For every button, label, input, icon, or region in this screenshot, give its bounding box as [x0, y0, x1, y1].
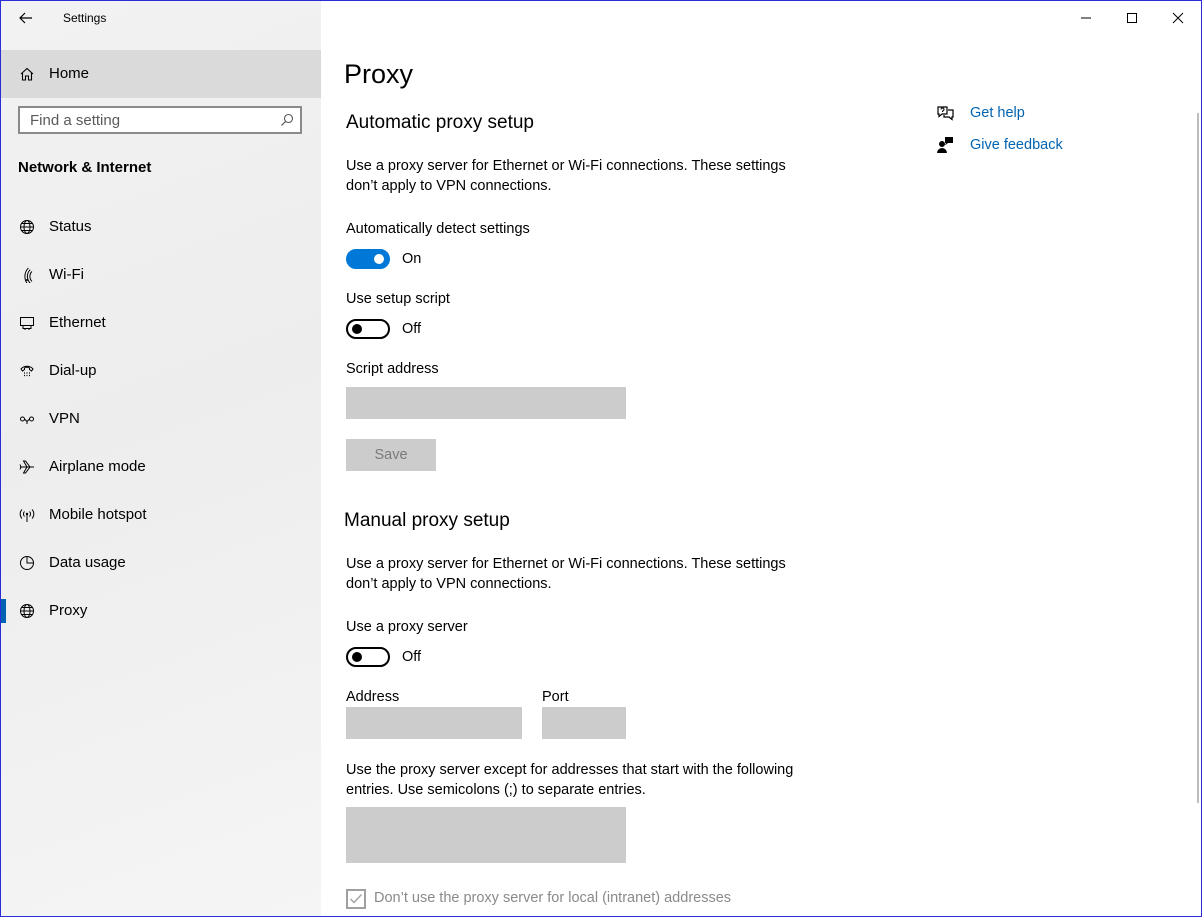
settings-window: Settings Home Network & Internet — [0, 0, 1202, 917]
sidebar-item-home[interactable]: Home — [1, 50, 321, 98]
airplane-icon — [19, 460, 34, 474]
exceptions-input[interactable] — [346, 807, 626, 863]
sidebar-item-label: Proxy — [49, 602, 88, 619]
sidebar-item-mobile-hotspot[interactable]: Mobile hotspot — [1, 491, 321, 539]
get-help-link[interactable]: Get help — [970, 105, 1025, 121]
vpn-icon — [20, 416, 34, 424]
get-help-icon — [937, 106, 954, 121]
sidebar-item-label: Data usage — [49, 554, 126, 571]
wifi-icon — [24, 267, 33, 283]
sidebar-item-label: VPN — [49, 410, 80, 427]
globe-icon — [20, 604, 34, 618]
manual-proxy-description: Use a proxy server for Ethernet or Wi-Fi… — [346, 556, 786, 592]
data-usage-icon — [20, 556, 34, 570]
address-input[interactable] — [346, 707, 522, 739]
sidebar-item-status[interactable]: Status — [1, 203, 321, 251]
setup-script-label: Use setup script — [346, 291, 450, 307]
local-addresses-checkbox[interactable] — [346, 889, 366, 909]
hotspot-icon — [19, 509, 35, 522]
home-icon — [20, 67, 34, 81]
auto-detect-toggle[interactable] — [346, 249, 390, 269]
script-address-label: Script address — [346, 361, 439, 377]
sidebar-item-vpn[interactable]: VPN — [1, 395, 321, 443]
auto-detect-state: On — [402, 251, 422, 267]
sidebar-item-ethernet[interactable]: Ethernet — [1, 299, 321, 347]
use-proxy-label: Use a proxy server — [346, 619, 468, 635]
save-button[interactable]: Save — [346, 439, 436, 471]
checkmark-icon — [350, 894, 363, 904]
port-input[interactable] — [542, 707, 626, 739]
scrollbar[interactable] — [1197, 113, 1199, 803]
sidebar-item-dialup[interactable]: Dial-up — [1, 347, 321, 395]
sidebar-item-label: Wi-Fi — [49, 266, 84, 283]
app-title: Settings — [63, 11, 107, 25]
dialup-icon — [20, 365, 34, 377]
sidebar-item-label: Ethernet — [49, 314, 106, 331]
main-content: Proxy Automatic proxy setup Use a proxy … — [321, 1, 1201, 916]
automatic-proxy-heading: Automatic proxy setup — [346, 112, 534, 133]
give-feedback-icon — [937, 137, 953, 153]
back-button[interactable] — [11, 5, 41, 31]
globe-status-icon — [20, 220, 34, 234]
search-box[interactable] — [18, 106, 302, 134]
toggle-knob — [352, 324, 362, 334]
sidebar-item-label: Status — [49, 218, 92, 235]
sidebar-item-data-usage[interactable]: Data usage — [1, 539, 321, 587]
script-address-input[interactable] — [346, 387, 626, 419]
toggle-knob — [352, 652, 362, 662]
sidebar: Settings Home Network & Internet — [1, 1, 321, 916]
manual-proxy-heading: Manual proxy setup — [344, 510, 510, 531]
sidebar-item-label: Dial-up — [49, 362, 97, 379]
sidebar-item-proxy[interactable]: Proxy — [1, 587, 321, 635]
sidebar-item-wifi[interactable]: Wi-Fi — [1, 251, 321, 299]
sidebar-item-airplane-mode[interactable]: Airplane mode — [1, 443, 321, 491]
address-label: Address — [346, 689, 400, 705]
sidebar-item-home-label: Home — [49, 65, 90, 82]
setup-script-state: Off — [402, 321, 422, 337]
sidebar-nav: Status Wi-Fi Ethernet Dial-up VPN Airpla… — [1, 203, 321, 635]
toggle-knob — [374, 254, 384, 264]
automatic-proxy-description: Use a proxy server for Ethernet or Wi-Fi… — [346, 158, 786, 194]
ethernet-icon — [20, 317, 34, 330]
sidebar-item-label: Airplane mode — [49, 458, 146, 475]
give-feedback-link[interactable]: Give feedback — [970, 137, 1063, 153]
local-addresses-label: Don’t use the proxy server for local (in… — [374, 890, 732, 906]
section-title: Network & Internet — [18, 159, 152, 176]
back-arrow-icon — [19, 12, 32, 24]
search-icon — [281, 113, 294, 126]
sidebar-item-label: Mobile hotspot — [49, 506, 147, 523]
auto-detect-label: Automatically detect settings — [346, 221, 530, 237]
search-input[interactable] — [20, 108, 280, 132]
exceptions-description: Use the proxy server except for addresse… — [346, 762, 794, 798]
page-title: Proxy — [344, 59, 414, 89]
use-proxy-state: Off — [402, 649, 422, 665]
titlebar-left: Settings — [1, 1, 321, 35]
setup-script-toggle[interactable] — [346, 319, 390, 339]
use-proxy-toggle[interactable] — [346, 647, 390, 667]
port-label: Port — [542, 689, 569, 705]
